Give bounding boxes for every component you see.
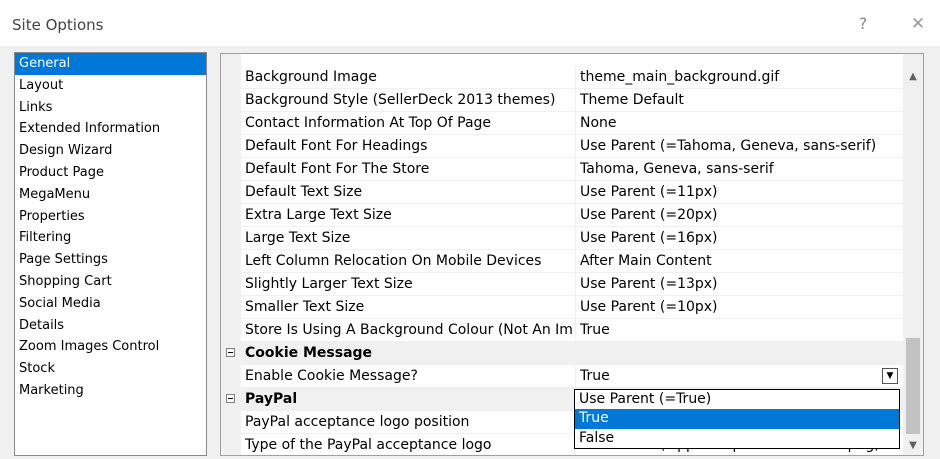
category-list[interactable]: General Layout Links Extended Informatio…	[14, 52, 207, 456]
category-item-extended-information[interactable]: Extended Information	[15, 118, 206, 140]
value-dropdown-list[interactable]: Use Parent (=True) True False	[574, 389, 900, 449]
property-row[interactable]: Default Text Size Use Parent (=11px)	[221, 181, 903, 204]
property-name: Large Text Size	[245, 230, 351, 246]
close-button[interactable]: ✕	[906, 12, 930, 36]
property-value[interactable]: True	[575, 319, 906, 341]
property-name: Extra Large Text Size	[245, 207, 392, 223]
property-value[interactable]: Use Parent (=16px)	[575, 227, 906, 249]
title-bar: Site Options ? ✕	[0, 0, 940, 46]
property-name: Default Font For Headings	[245, 138, 428, 154]
property-name: Store Is Using A Background Colour (Not …	[245, 322, 573, 338]
property-row[interactable]: Store Is Using A Background Colour (Not …	[221, 319, 903, 342]
property-name: Default Font For The Store	[245, 161, 430, 177]
category-item-stock[interactable]: Stock	[15, 358, 206, 380]
dropdown-option-selected[interactable]: True	[575, 409, 899, 429]
vertical-scrollbar[interactable]: ▲ ▼	[903, 54, 923, 455]
property-name: Enable Cookie Message?	[245, 368, 418, 384]
property-name: PayPal acceptance logo position	[245, 414, 470, 430]
property-value[interactable]: True	[575, 365, 906, 387]
category-row-cookie-message[interactable]: Cookie Message	[221, 342, 903, 365]
dropdown-option[interactable]: Use Parent (=True)	[575, 390, 899, 409]
property-row[interactable]: Default Font For Headings Use Parent (=Ta…	[221, 135, 903, 158]
property-value[interactable]: Use Parent (=11px)	[575, 181, 906, 203]
property-row[interactable]: Large Text Size Use Parent (=16px)	[221, 227, 903, 250]
category-item-marketing[interactable]: Marketing	[15, 380, 206, 402]
category-item-filtering[interactable]: Filtering	[15, 227, 206, 249]
property-row[interactable]: Background Style (SellerDeck 2013 themes…	[221, 89, 903, 112]
window-title: Site Options	[12, 16, 104, 34]
property-row[interactable]: Background Image theme_main_background.gi…	[221, 66, 903, 89]
dropdown-option[interactable]: False	[575, 429, 899, 448]
property-row[interactable]: Default Font For The Store Tahoma, Geneva…	[221, 158, 903, 181]
property-row[interactable]: Extra Large Text Size Use Parent (=20px)	[221, 204, 903, 227]
property-name: Contact Information At Top Of Page	[245, 115, 492, 131]
property-row[interactable]: Left Column Relocation On Mobile Devices…	[221, 250, 903, 273]
help-button[interactable]: ?	[851, 12, 875, 36]
property-name: Slightly Larger Text Size	[245, 276, 413, 292]
category-item-megamenu[interactable]: MegaMenu	[15, 184, 206, 206]
property-value[interactable]: Use Parent (=10px)	[575, 296, 906, 318]
property-value[interactable]: Use Parent (=20px)	[575, 204, 906, 226]
property-name: Smaller Text Size	[245, 299, 365, 315]
property-row[interactable]: Smaller Text Size Use Parent (=10px)	[221, 296, 903, 319]
property-name: Type of the PayPal acceptance logo	[245, 437, 492, 453]
property-value[interactable]: After Main Content	[575, 250, 906, 272]
collapse-icon[interactable]	[226, 348, 235, 357]
collapse-icon[interactable]	[226, 394, 235, 403]
property-value[interactable]: theme_main_background.gif	[575, 66, 906, 88]
category-item-product-page[interactable]: Product Page	[15, 162, 206, 184]
property-row[interactable]: Slightly Larger Text Size Use Parent (=13…	[221, 273, 903, 296]
category-item-general[interactable]: General	[15, 53, 206, 75]
category-item-zoom-images-control[interactable]: Zoom Images Control	[15, 336, 206, 358]
property-name: Background Image	[245, 69, 377, 85]
category-item-social-media[interactable]: Social Media	[15, 293, 206, 315]
category-item-properties[interactable]: Properties	[15, 206, 206, 228]
category-item-links[interactable]: Links	[15, 97, 206, 119]
scroll-up-icon[interactable]: ▲	[903, 68, 923, 86]
category-item-page-settings[interactable]: Page Settings	[15, 249, 206, 271]
scroll-down-icon[interactable]: ▼	[903, 437, 923, 455]
property-row[interactable]: Contact Information At Top Of Page None	[221, 112, 903, 135]
property-value[interactable]: None	[575, 112, 906, 134]
category-name: Cookie Message	[245, 345, 373, 361]
category-name: PayPal	[245, 391, 298, 407]
property-name: Background Style (SellerDeck 2013 themes…	[245, 92, 556, 108]
scroll-thumb[interactable]	[906, 338, 920, 434]
property-value[interactable]: Tahoma, Geneva, sans-serif	[575, 158, 906, 180]
category-item-layout[interactable]: Layout	[15, 75, 206, 97]
property-value[interactable]: Use Parent (=13px)	[575, 273, 906, 295]
property-name: Default Text Size	[245, 184, 363, 200]
dropdown-arrow-icon[interactable]: ▼	[882, 368, 898, 384]
property-value[interactable]: Use Parent (=Tahoma, Geneva, sans-serif)	[575, 135, 906, 157]
category-item-design-wizard[interactable]: Design Wizard	[15, 140, 206, 162]
category-item-details[interactable]: Details	[15, 315, 206, 337]
property-value[interactable]: Theme Default	[575, 89, 906, 111]
property-row-enable-cookie[interactable]: Enable Cookie Message? True ▼	[221, 365, 903, 388]
property-name: Left Column Relocation On Mobile Devices	[245, 253, 542, 269]
category-item-shopping-cart[interactable]: Shopping Cart	[15, 271, 206, 293]
